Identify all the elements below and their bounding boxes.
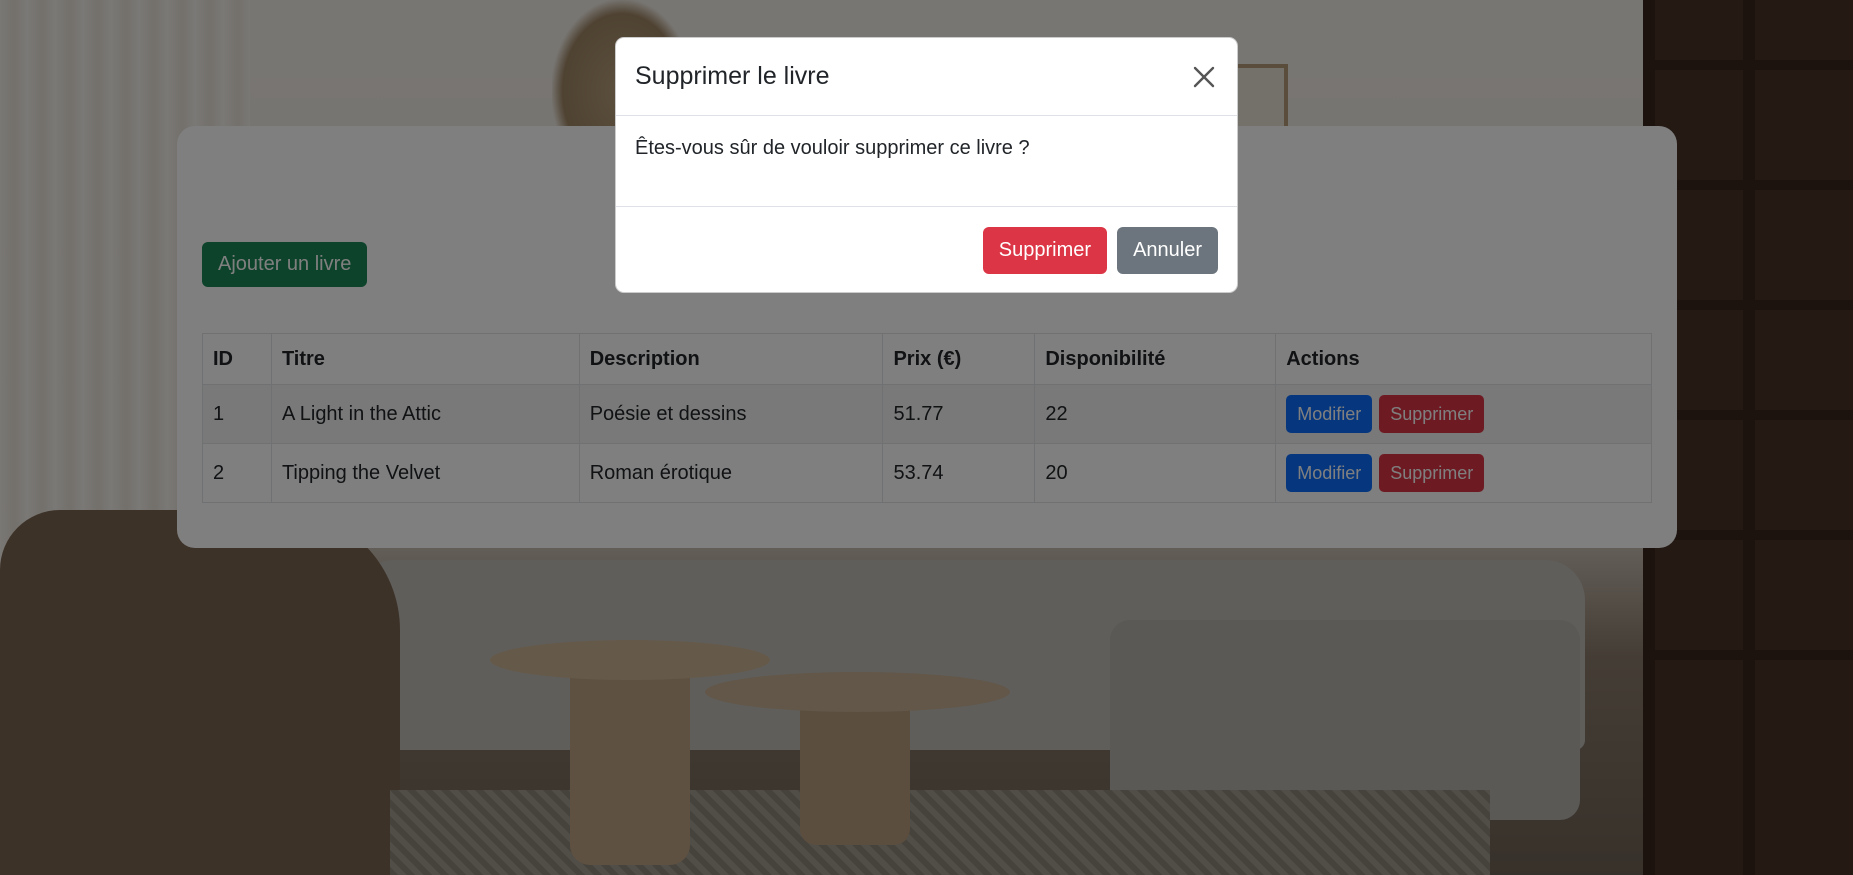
cancel-button[interactable]: Annuler xyxy=(1117,227,1218,274)
modal-header: Supprimer le livre xyxy=(616,38,1237,116)
modal-message: Êtes-vous sûr de vouloir supprimer ce li… xyxy=(635,137,1030,159)
close-icon[interactable] xyxy=(1190,63,1218,91)
delete-confirm-modal: Supprimer le livre Êtes-vous sûr de voul… xyxy=(615,37,1238,293)
modal-body: Êtes-vous sûr de vouloir supprimer ce li… xyxy=(616,116,1237,207)
modal-footer: Supprimer Annuler xyxy=(616,207,1237,292)
modal-title: Supprimer le livre xyxy=(635,62,830,90)
confirm-delete-button[interactable]: Supprimer xyxy=(982,227,1108,274)
